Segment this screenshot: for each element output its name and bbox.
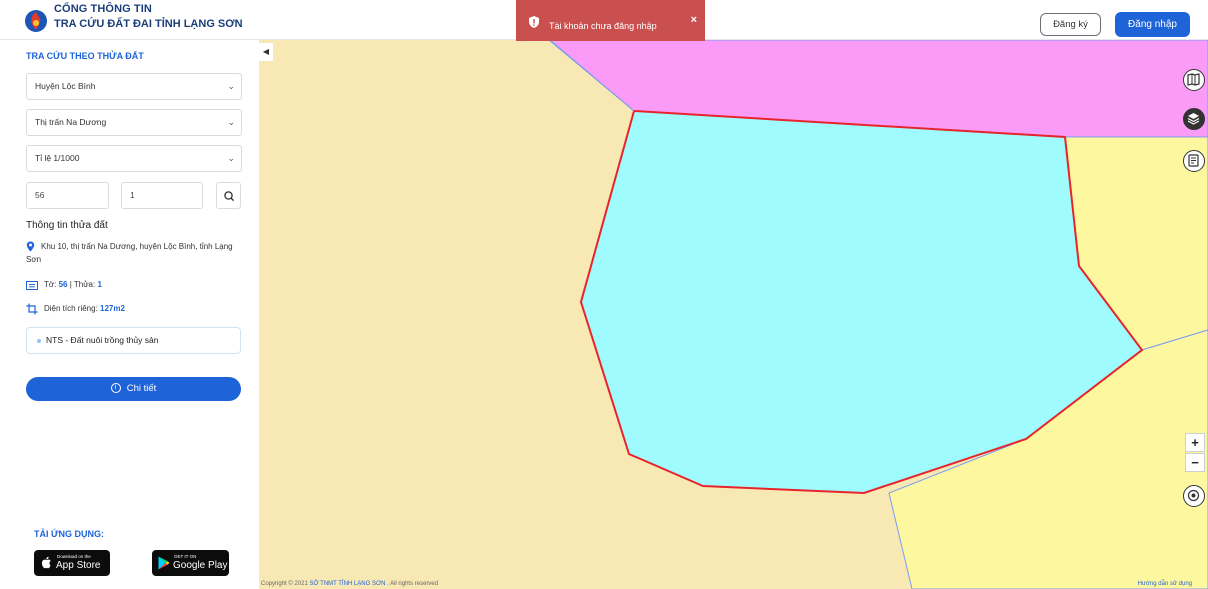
map-footer: Copyright © 2021 SỞ TNMT TỈNH LẠNG SƠN .…	[259, 581, 1208, 589]
area-row: Diện tích riêng: 127m2	[26, 302, 125, 315]
zoom-out-button[interactable]: −	[1185, 453, 1205, 472]
note-icon	[1188, 154, 1199, 167]
parcel-value: 1	[97, 280, 102, 289]
brand-line-2: TRA CỨU ĐẤT ĐAI TỈNH LẠNG SƠN	[54, 18, 243, 30]
app-store-badge[interactable]: Download on the App Store	[34, 550, 110, 576]
copyright-org-link[interactable]: SỞ TNMT TỈNH LẠNG SƠN	[309, 581, 385, 587]
login-button[interactable]: Đăng nhập	[1115, 12, 1190, 37]
sheet-parcel-row: Tờ: 56 | Thửa: 1	[26, 278, 102, 291]
land-use-dot	[37, 338, 41, 343]
toast-close-icon[interactable]: ×	[691, 14, 697, 26]
apple-icon	[41, 556, 51, 569]
locate-button[interactable]	[1183, 485, 1205, 507]
district-value: Huyện Lộc Bình	[35, 81, 96, 91]
detail-button[interactable]: i Chi tiết	[26, 377, 241, 401]
note-button[interactable]	[1183, 150, 1205, 172]
google-play-icon	[158, 556, 170, 570]
folder-icon	[26, 280, 38, 290]
copyright-suffix: . All rights reserved	[385, 581, 439, 587]
land-use-text: NTS - Đất nuôi trồng thủy sản	[46, 335, 159, 345]
download-app-title: TẢI ỨNG DỤNG:	[34, 529, 104, 539]
location-pin-icon	[26, 241, 35, 252]
land-use-badge: NTS - Đất nuôi trồng thủy sản	[26, 327, 241, 354]
chevron-down-icon: ⌄	[227, 81, 235, 91]
search-button[interactable]	[216, 182, 241, 209]
layers-icon	[1187, 113, 1200, 125]
area-value: 127m2	[100, 304, 125, 313]
appstore-big-text: App Store	[56, 560, 101, 571]
collapse-sidebar-button[interactable]: ◀	[259, 43, 273, 61]
googleplay-small-text: GET IT ON	[174, 554, 197, 559]
parcel-info-title: Thông tin thửa đất	[26, 220, 108, 231]
sidebar-title: TRA CỨU THEO THỬA ĐẤT	[26, 51, 144, 61]
area-label: Diện tích riêng:	[44, 304, 101, 313]
sheet-label: Tờ:	[44, 280, 59, 289]
zoom-in-button[interactable]: +	[1185, 433, 1205, 452]
commune-value: Thị trấn Na Dương	[35, 117, 107, 127]
crop-area-icon	[26, 303, 38, 315]
googleplay-big-text: Google Play	[173, 560, 228, 571]
app-root: CỔNG THÔNG TIN TRA CỨU ĐẤT ĐAI TỈNH LẠNG…	[0, 0, 1208, 589]
scale-value: Tỉ lệ 1/1000	[35, 153, 80, 163]
parcel-layer	[548, 40, 1208, 589]
province-logo-icon	[25, 10, 47, 32]
map-book-icon	[1187, 73, 1200, 86]
sheet-number-input[interactable]: 56	[26, 182, 109, 209]
shield-alert-icon	[529, 16, 539, 28]
google-play-badge[interactable]: GET IT ON Google Play	[152, 550, 229, 576]
parcel-label: | Thửa:	[67, 280, 98, 289]
map-book-button[interactable]	[1183, 69, 1205, 91]
appstore-small-text: Download on the	[57, 554, 91, 559]
parcel-number-input[interactable]: 1	[121, 182, 203, 209]
locate-icon	[1187, 489, 1200, 502]
address-row: Khu 10, thị trấn Na Dương, huyện Lộc Bìn…	[26, 240, 241, 266]
info-icon: i	[110, 383, 121, 394]
copyright-prefix: Copyright © 2021	[261, 581, 310, 587]
layers-button[interactable]	[1183, 108, 1205, 130]
chevron-down-icon: ⌄	[227, 153, 235, 163]
copyright-text: Copyright © 2021 SỞ TNMT TỈNH LẠNG SƠN .…	[261, 581, 438, 587]
user-guide-link[interactable]: Hướng dẫn sử dụng	[1138, 581, 1192, 587]
not-logged-in-toast: Tài khoản chưa đăng nhập ×	[516, 0, 705, 41]
toast-message: Tài khoản chưa đăng nhập	[549, 21, 657, 31]
detail-button-label: Chi tiết	[126, 383, 157, 394]
cadastral-map[interactable]	[259, 40, 1208, 589]
chevron-down-icon: ⌄	[227, 117, 235, 127]
district-select[interactable]: Huyện Lộc Bình ⌄	[26, 73, 242, 100]
commune-select[interactable]: Thị trấn Na Dương ⌄	[26, 109, 242, 136]
brand-line-1: CỔNG THÔNG TIN	[54, 3, 152, 15]
address-text: Khu 10, thị trấn Na Dương, huyện Lộc Bìn…	[26, 242, 233, 264]
scale-select[interactable]: Tỉ lệ 1/1000 ⌄	[26, 145, 242, 172]
search-sidebar: TRA CỨU THEO THỬA ĐẤT Huyện Lộc Bình ⌄ T…	[0, 40, 259, 589]
search-icon	[224, 191, 235, 202]
register-button[interactable]: Đăng ký	[1040, 13, 1101, 36]
brand-title[interactable]: CỔNG THÔNG TIN TRA CỨU ĐẤT ĐAI TỈNH LẠNG…	[54, 3, 243, 31]
